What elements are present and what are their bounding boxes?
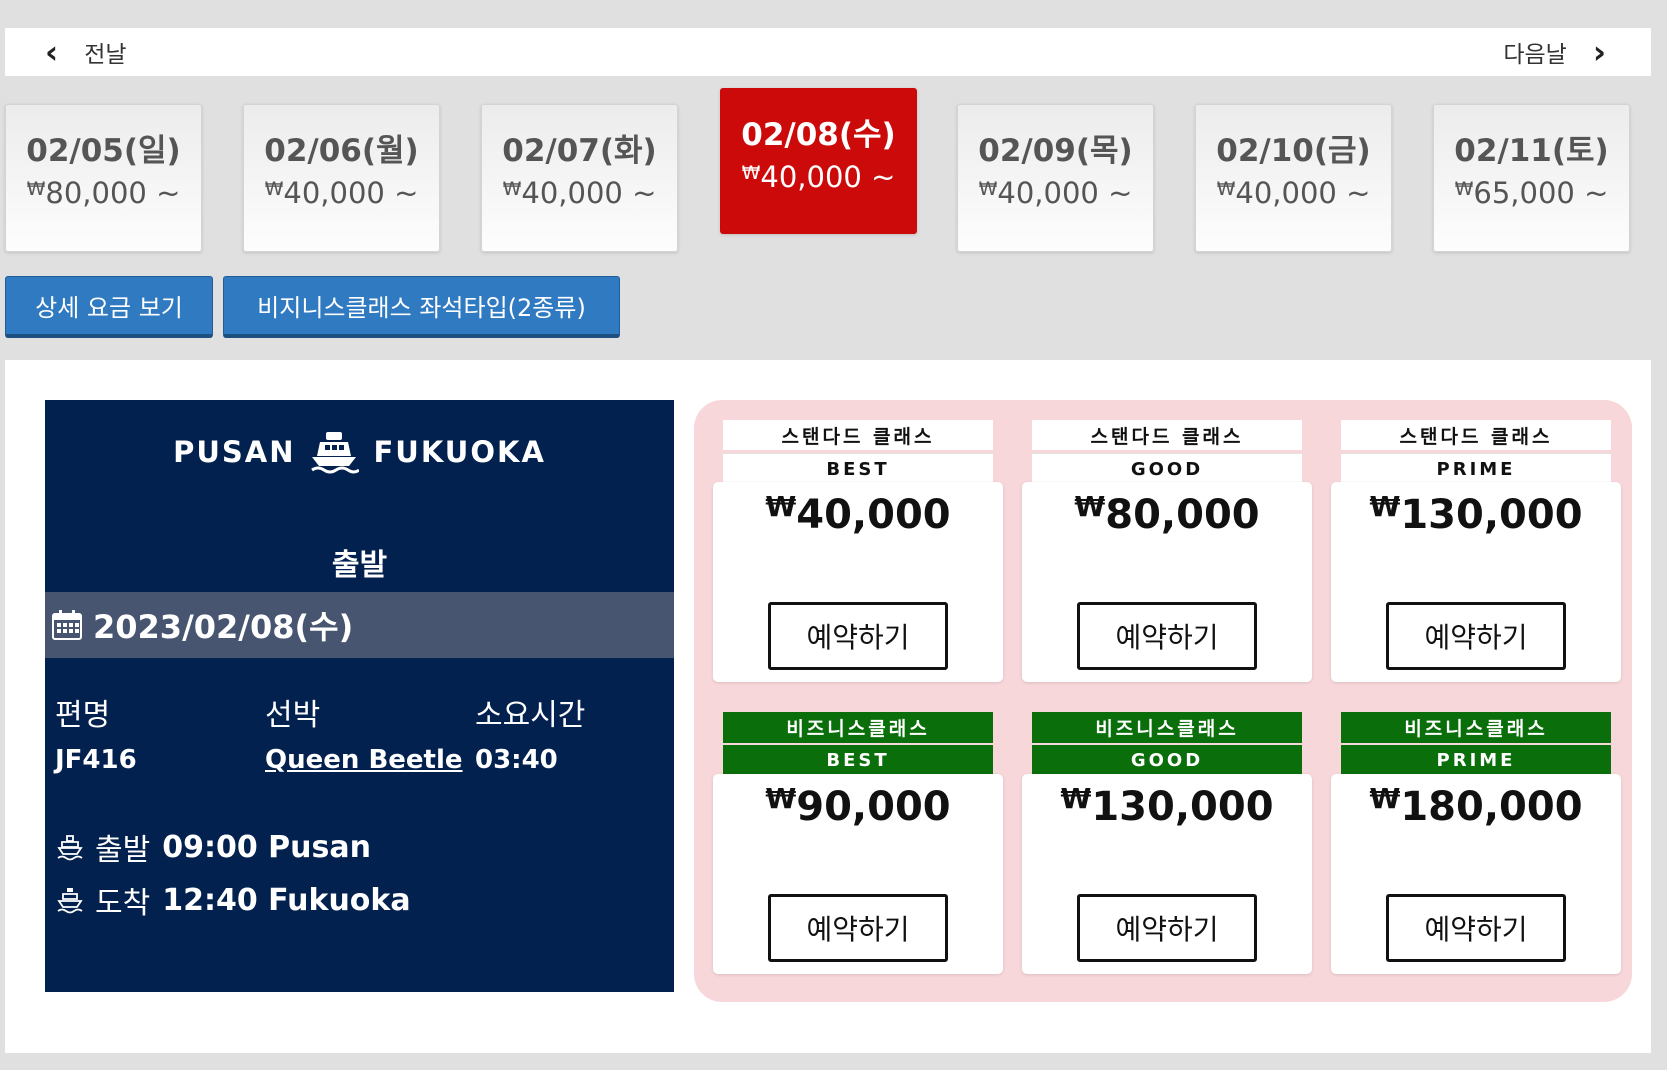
departure-ship-icon (57, 835, 83, 861)
day-tab[interactable]: 02/07(화) ₩40,000 ~ (481, 104, 678, 252)
reserve-button[interactable]: 예약하기 (768, 894, 948, 962)
fare-price: ₩130,000 (1369, 490, 1583, 538)
fare-card: ₩90,000 예약하기 (713, 774, 1003, 974)
previous-day-link[interactable]: ‹ 전날 (45, 28, 127, 76)
day-tab-selected[interactable]: 02/08(수) ₩40,000 ~ (720, 88, 917, 234)
ship-label: 선박 (265, 698, 321, 733)
day-date: 02/09(목) (978, 133, 1133, 169)
fare-card: ₩80,000 예약하기 (1022, 482, 1312, 682)
day-tab[interactable]: 02/06(월) ₩40,000 ~ (243, 104, 440, 252)
fare-card: ₩40,000 예약하기 (713, 482, 1003, 682)
fare-price: ₩90,000 (765, 782, 951, 830)
previous-day-label: 전날 (84, 42, 127, 68)
reserve-button[interactable]: 예약하기 (1386, 894, 1566, 962)
departure-date-row: 2023/02/08(수) (45, 592, 674, 658)
calendar-icon (52, 610, 82, 640)
fare-grade: GOOD (1032, 745, 1302, 775)
ship-icon (311, 432, 360, 474)
fare-price: ₩40,000 (765, 490, 951, 538)
fare-options-panel: 스탠다드 클래스 BEST ₩40,000 예약하기 스탠다드 클래스 GOOD… (694, 400, 1632, 1002)
reserve-button[interactable]: 예약하기 (1077, 602, 1257, 670)
departure-label: 출발 (95, 833, 151, 868)
day-date: 02/11(토) (1454, 133, 1609, 169)
day-price: ₩80,000 ~ (26, 176, 181, 210)
fare-card: ₩130,000 예약하기 (1022, 774, 1312, 974)
fare-option: 스탠다드 클래스 PRIME ₩130,000 예약하기 (1331, 420, 1621, 682)
ship-name-link[interactable]: Queen Beetle (265, 745, 463, 775)
fare-card: ₩130,000 예약하기 (1331, 482, 1621, 682)
flight-number: JF416 (55, 745, 137, 775)
next-day-link[interactable]: 다음날 › (1503, 28, 1606, 76)
fare-class: 비즈니스클래스 (1341, 712, 1611, 743)
day-price: ₩40,000 ~ (502, 176, 657, 210)
day-price: ₩40,000 ~ (264, 176, 419, 210)
flight-number-label: 편명 (55, 698, 111, 733)
fare-grade: PRIME (1341, 745, 1611, 775)
day-tab[interactable]: 02/05(일) ₩80,000 ~ (5, 104, 202, 252)
day-date: 02/07(화) (502, 133, 657, 169)
fare-option: 스탠다드 클래스 BEST ₩40,000 예약하기 (713, 420, 1003, 682)
fare-grade: BEST (723, 453, 993, 484)
day-date: 02/08(수) (741, 117, 896, 153)
departure-date: 2023/02/08(수) (93, 608, 354, 646)
fare-grade: BEST (723, 745, 993, 775)
fare-option: 비즈니스클래스 PRIME ₩180,000 예약하기 (1331, 712, 1621, 974)
fare-card: ₩180,000 예약하기 (1331, 774, 1621, 974)
business-seat-type-button[interactable]: 비지니스클래스 좌석타입(2종류) (223, 276, 620, 338)
fare-class: 스탠다드 클래스 (1032, 420, 1302, 450)
route-heading: PUSAN FUKUOKA (45, 430, 674, 474)
next-day-label: 다음날 (1503, 42, 1567, 68)
departure-time: 09:00 Pusan (162, 829, 371, 865)
arrival-row: 도착 12:40 Fukuoka (57, 878, 411, 922)
day-tab[interactable]: 02/10(금) ₩40,000 ~ (1195, 104, 1392, 252)
chevron-right-icon: › (1592, 33, 1606, 71)
fare-price: ₩80,000 (1074, 490, 1260, 538)
fare-option: 스탠다드 클래스 GOOD ₩80,000 예약하기 (1022, 420, 1312, 682)
fare-class: 스탠다드 클래스 (723, 420, 993, 450)
day-price: ₩40,000 ~ (1216, 176, 1371, 210)
arrival-ship-icon (57, 888, 83, 914)
day-price: ₩65,000 ~ (1454, 176, 1609, 210)
fare-option: 비즈니스클래스 BEST ₩90,000 예약하기 (713, 712, 1003, 974)
day-date: 02/10(금) (1216, 133, 1371, 169)
voyage-info-panel: PUSAN FUKUOKA 출발 2023/02/08(수) 편명 선박 소요시… (45, 400, 674, 992)
fare-price: ₩130,000 (1060, 782, 1274, 830)
fare-grade: GOOD (1032, 453, 1302, 484)
origin-port: PUSAN (173, 435, 296, 469)
day-tab[interactable]: 02/09(목) ₩40,000 ~ (957, 104, 1154, 252)
day-date: 02/05(일) (26, 133, 181, 169)
arrival-time: 12:40 Fukuoka (162, 882, 411, 918)
destination-port: FUKUOKA (373, 435, 546, 469)
fare-price: ₩180,000 (1369, 782, 1583, 830)
reserve-button[interactable]: 예약하기 (1077, 894, 1257, 962)
duration-label: 소요시간 (475, 698, 586, 733)
fare-class: 비즈니스클래스 (1032, 712, 1302, 743)
detail-fare-button[interactable]: 상세 요금 보기 (5, 276, 213, 338)
arrival-label: 도착 (95, 886, 151, 921)
section-title: 출발 (331, 548, 388, 583)
day-price: ₩40,000 ~ (978, 176, 1133, 210)
day-tab[interactable]: 02/11(토) ₩65,000 ~ (1433, 104, 1630, 252)
chevron-left-icon: ‹ (45, 33, 59, 71)
fare-option: 비즈니스클래스 GOOD ₩130,000 예약하기 (1022, 712, 1312, 974)
fare-class: 비즈니스클래스 (723, 712, 993, 743)
day-price: ₩40,000 ~ (741, 160, 896, 194)
reserve-button[interactable]: 예약하기 (768, 602, 948, 670)
fare-class: 스탠다드 클래스 (1341, 420, 1611, 450)
day-date: 02/06(월) (264, 133, 419, 169)
fare-grade: PRIME (1341, 453, 1611, 484)
duration-value: 03:40 (475, 745, 558, 775)
day-navigation-bar: ‹ 전날 다음날 › (5, 28, 1651, 76)
reserve-button[interactable]: 예약하기 (1386, 602, 1566, 670)
departure-row: 출발 09:00 Pusan (57, 825, 371, 869)
